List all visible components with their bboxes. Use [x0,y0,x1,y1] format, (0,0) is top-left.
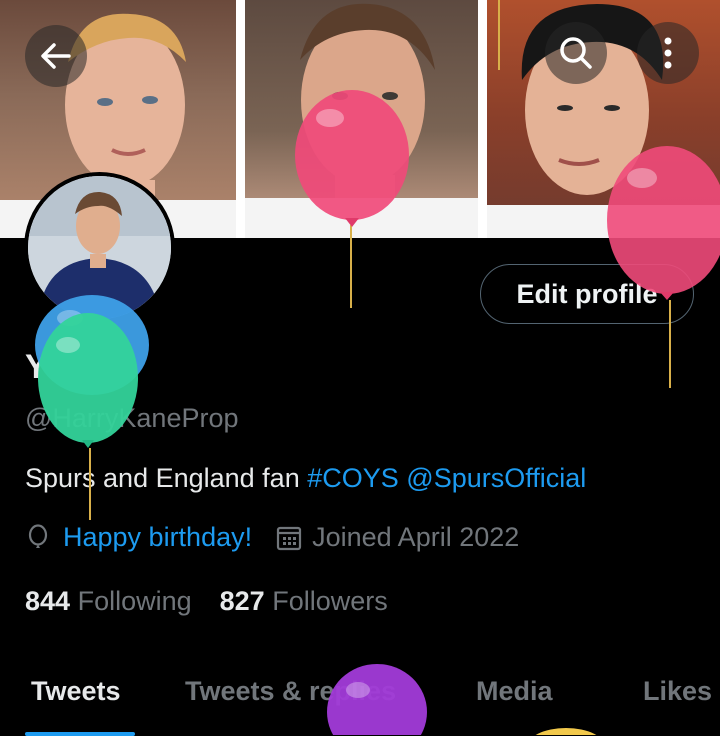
arrow-left-icon [41,43,71,69]
back-button[interactable] [25,25,87,87]
balloon-icon [28,523,48,548]
followers-count: 827 [219,586,265,616]
active-tab-indicator [25,732,135,736]
following-link[interactable]: 844 Following [25,586,192,616]
bio: Spurs and England fan #COYS @SpursOffici… [25,463,586,494]
banner-photo-2 [245,0,478,238]
search-button[interactable] [545,22,607,84]
more-button[interactable] [637,22,699,84]
followers-label: Followers [272,586,388,616]
hashtag-link[interactable]: #COYS [307,463,399,493]
tab-tweets[interactable]: Tweets [31,676,121,707]
birthday-link[interactable]: Happy birthday! [63,522,252,553]
following-label: Following [77,586,192,616]
followers-link[interactable]: 827 Followers [220,586,388,616]
tab-tweets-replies[interactable]: Tweets & replies [185,676,396,707]
display-name: Y [25,348,48,386]
avatar[interactable] [24,172,175,323]
profile-tabs: Tweets Tweets & replies Media Likes [0,660,720,736]
more-vertical-icon [664,37,672,69]
mention-link[interactable]: @SpursOfficial [406,463,586,493]
profile-meta: Happy birthday! Joined April 2022 [25,522,519,553]
tab-likes[interactable]: Likes [643,676,712,707]
follow-counts: 844 Following 827 Followers [25,586,388,617]
following-count: 844 [25,586,71,616]
bio-text: Spurs and England fan [25,463,308,493]
search-icon [560,37,592,69]
calendar-icon [277,526,302,550]
tab-media[interactable]: Media [476,676,553,707]
username-handle: @HarryKaneProp [25,403,239,433]
edit-profile-button[interactable]: Edit profile [480,264,694,324]
joined-date: Joined April 2022 [312,522,520,552]
